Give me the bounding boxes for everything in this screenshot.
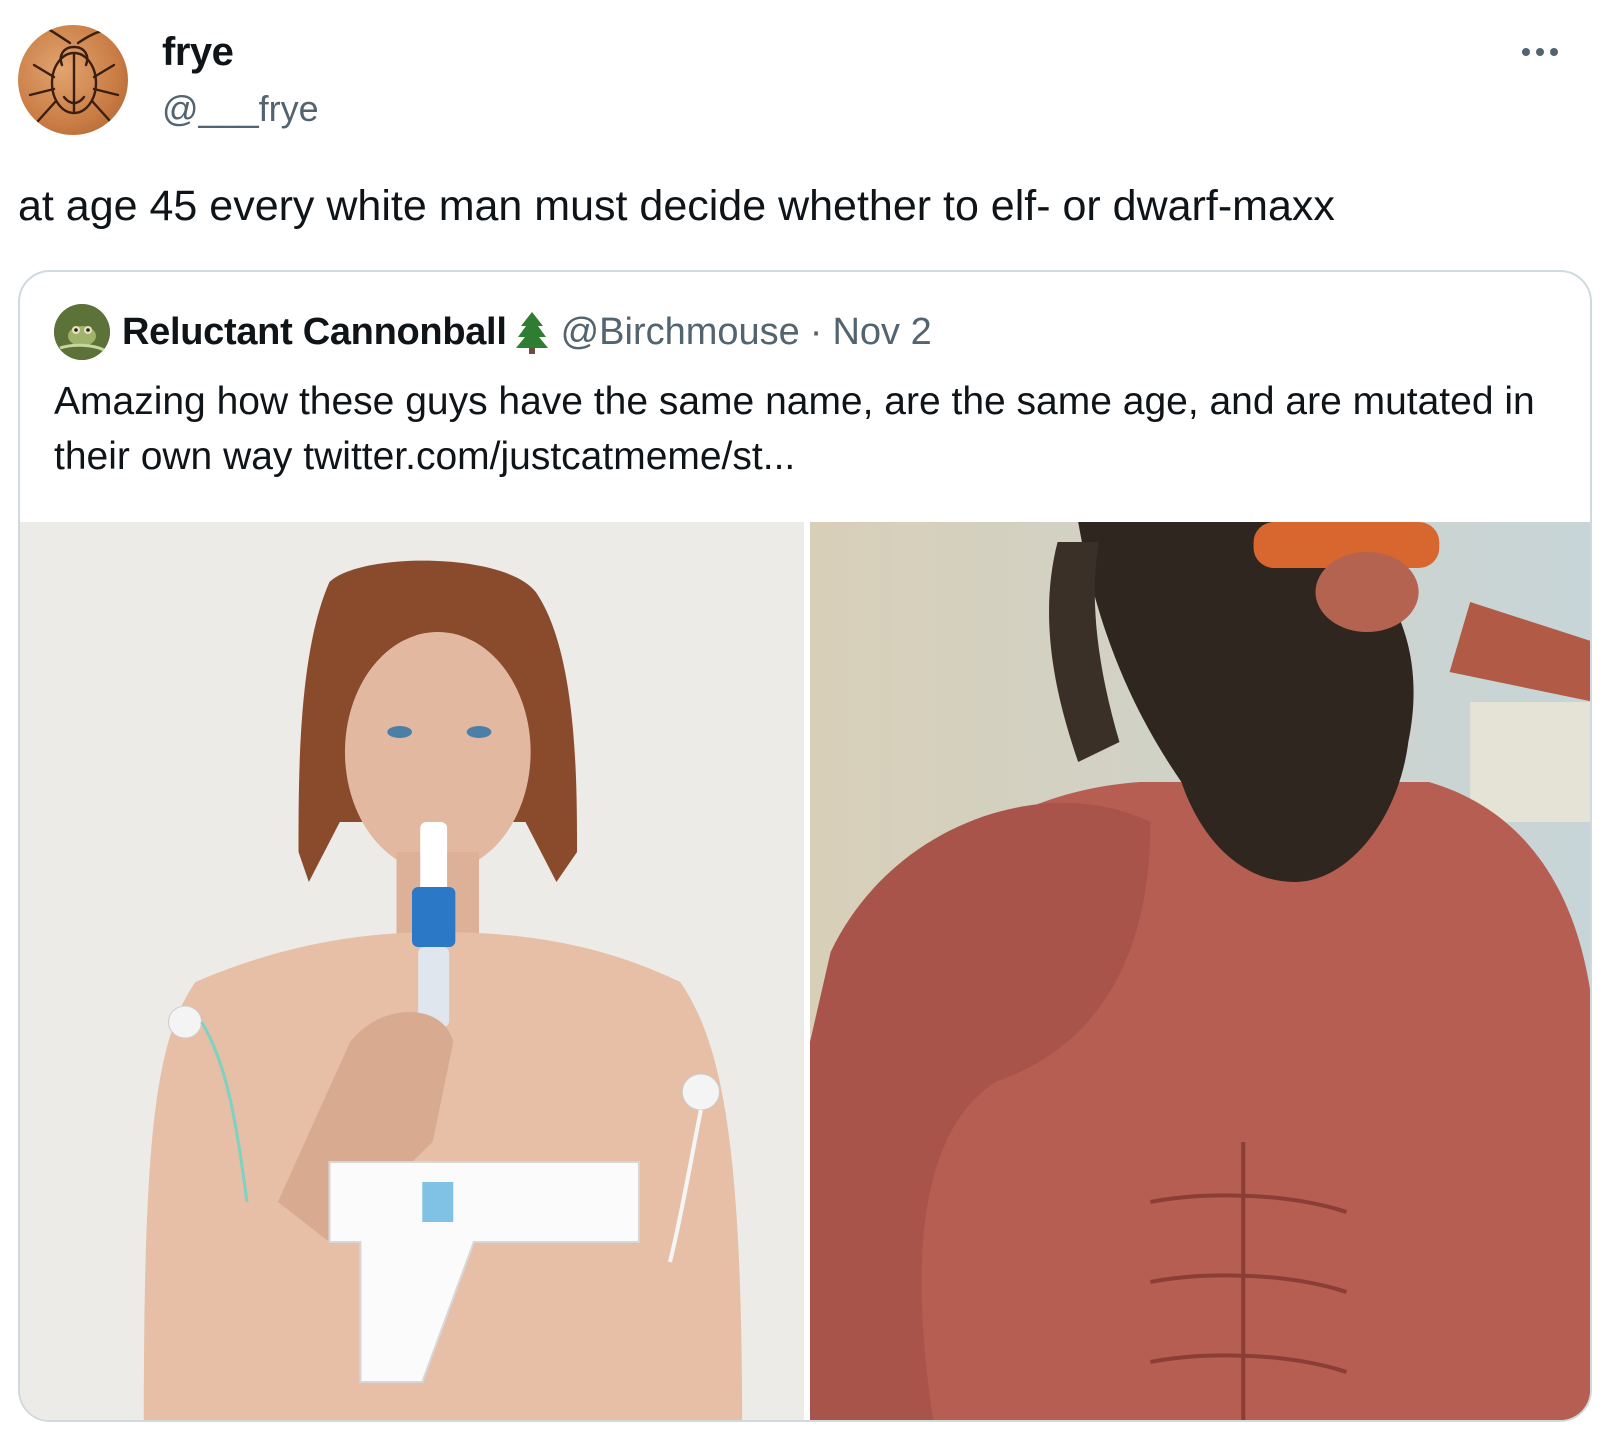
evergreen-tree-icon	[513, 310, 551, 354]
quoted-header: Reluctant Cannonball @Birchmouse · Nov 2	[122, 310, 932, 354]
quoted-media-grid	[20, 522, 1590, 1420]
author-display-name[interactable]: frye	[162, 30, 234, 75]
quoted-handle[interactable]: @Birchmouse	[561, 310, 800, 354]
more-horizontal-icon	[1522, 48, 1530, 56]
media-photo-left[interactable]	[20, 522, 804, 1420]
quoted-link[interactable]: twitter.com/justcatmeme/st...	[303, 435, 795, 478]
quoted-date[interactable]: Nov 2	[832, 310, 931, 354]
cockroach-sketch-avatar-icon	[28, 27, 120, 123]
author-handle[interactable]: @___frye	[162, 88, 319, 130]
tweet-text: at age 45 every white man must decide wh…	[18, 182, 1335, 230]
quoted-tweet-card[interactable]: Reluctant Cannonball @Birchmouse · Nov 2…	[18, 270, 1592, 1422]
more-horizontal-icon-dot	[1550, 48, 1558, 56]
tweet: frye @___frye at age 45 every white man …	[0, 0, 1610, 1442]
quoted-display-name[interactable]: Reluctant Cannonball	[122, 310, 507, 354]
quoted-author-avatar	[54, 304, 110, 360]
frog-photo-avatar-icon	[54, 304, 110, 360]
separator-dot: ·	[809, 311, 823, 353]
media-photo-right[interactable]	[810, 522, 1590, 1420]
more-horizontal-icon-dot	[1536, 48, 1544, 56]
quoted-text: Amazing how these guys have the same nam…	[54, 374, 1554, 484]
author-avatar[interactable]	[18, 25, 128, 135]
more-options-button[interactable]	[1510, 32, 1570, 72]
